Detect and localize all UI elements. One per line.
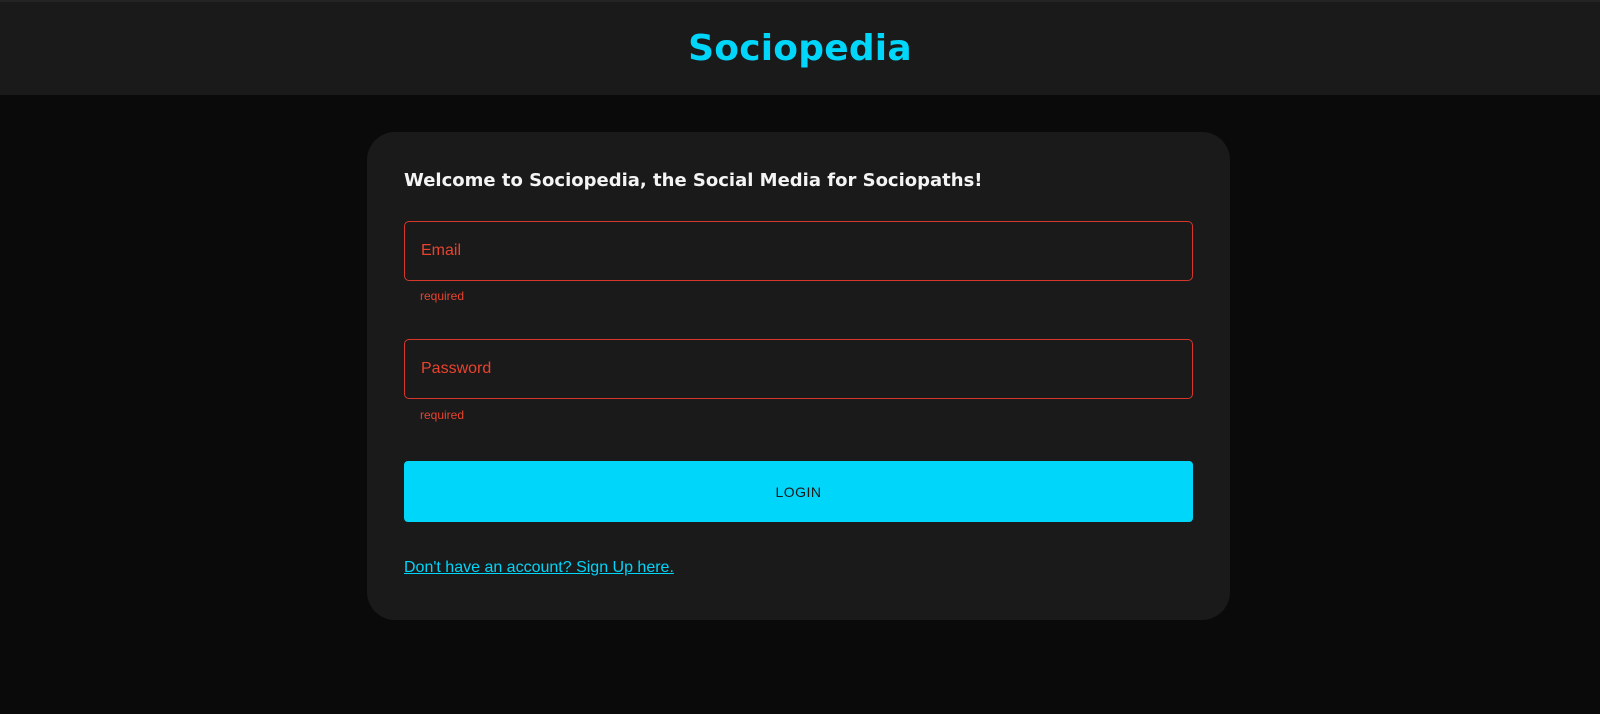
password-helper-text: required [420, 408, 465, 422]
login-button[interactable]: LOGIN [404, 461, 1193, 522]
brand-logo-text[interactable]: Sociopedia [688, 28, 912, 69]
signup-link[interactable]: Don't have an account? Sign Up here. [404, 559, 674, 577]
email-field-label: Email [421, 242, 462, 259]
login-card: Welcome to Sociopedia, the Social Media … [367, 132, 1230, 620]
email-helper-text: required [420, 289, 465, 303]
top-navbar: Sociopedia [0, 0, 1600, 95]
welcome-heading: Welcome to Sociopedia, the Social Media … [404, 170, 983, 191]
password-field[interactable]: Password [404, 339, 1193, 399]
email-field[interactable]: Email [404, 221, 1193, 281]
password-field-label: Password [421, 360, 492, 377]
